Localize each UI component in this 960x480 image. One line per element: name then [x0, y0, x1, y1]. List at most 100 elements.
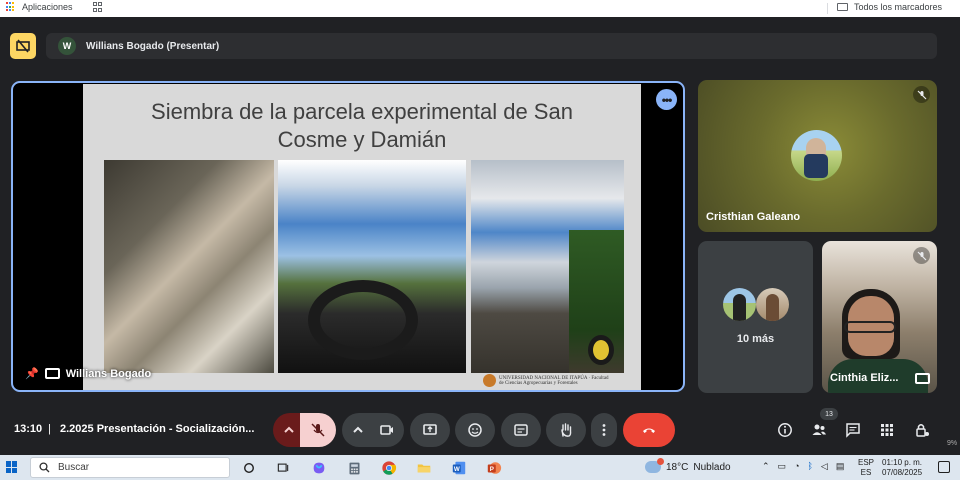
- captions-button[interactable]: [501, 413, 541, 447]
- participant-tile[interactable]: Cinthia Eliz...: [822, 241, 937, 393]
- svg-text:W: W: [454, 466, 460, 473]
- meeting-title: 2.2025 Presentación - Socialización...: [60, 423, 255, 435]
- chat-icon: [846, 423, 860, 438]
- participant-avatar: [791, 130, 842, 181]
- meeting-details-button[interactable]: [775, 420, 795, 440]
- system-tray: ⌃ ▭ ◔ ᛒ ◁ ▤: [762, 461, 844, 472]
- calculator-icon[interactable]: [345, 459, 363, 477]
- slide-title: Siembra de la parcela experimental de Sa…: [151, 99, 573, 152]
- participant-avatar: [756, 288, 789, 321]
- captions-icon: [514, 424, 528, 436]
- present-button[interactable]: [410, 413, 450, 447]
- volume-icon[interactable]: ◁: [821, 461, 828, 472]
- all-bookmarks-button[interactable]: Todos los marcadores: [836, 2, 942, 12]
- language-code: ESP: [858, 458, 875, 467]
- screen-share-off-icon: [16, 39, 30, 53]
- clock-date: 07/08/2025: [882, 468, 923, 477]
- university-seal-icon: [483, 374, 496, 387]
- folder-icon: [836, 3, 848, 11]
- chevron-up-icon: [352, 426, 363, 433]
- participant-name: Cristhian Galeano: [706, 211, 801, 223]
- people-count-badge: 13: [820, 408, 838, 420]
- presenter-avatar: W: [58, 37, 76, 55]
- weather-description: Nublado: [693, 461, 731, 473]
- slide-photo-steering-wheel: [278, 160, 466, 373]
- word-icon[interactable]: W: [450, 459, 468, 477]
- notifications-icon[interactable]: [938, 461, 950, 473]
- bookmarks-divider: [827, 3, 828, 14]
- participant-name: Cinthia Eliz...: [830, 372, 899, 384]
- steering-wheel-shape: [308, 280, 418, 360]
- keyboard-icon[interactable]: ▤: [836, 461, 845, 472]
- presenter-bar-label: Willians Bogado (Presentar): [86, 40, 220, 52]
- weather-temperature: 18°C: [666, 461, 689, 473]
- bookmarks-bar: Aplicaciones Todos los marcadores: [0, 0, 960, 17]
- emoji-icon: [468, 423, 482, 437]
- presenter-nametag: 📌 Willians Bogado: [25, 367, 152, 381]
- microphone-toggle-button[interactable]: [300, 413, 336, 447]
- university-logo: UNIVERSIDAD NACIONAL DE ITAPÚA · Faculta…: [483, 372, 633, 389]
- cortana-icon[interactable]: [240, 459, 258, 477]
- tile-options-button[interactable]: •••: [656, 89, 677, 110]
- mic-off-icon: [913, 86, 930, 103]
- battery-icon[interactable]: ▭: [778, 461, 787, 472]
- participant-tile[interactable]: Cristhian Galeano: [698, 80, 937, 232]
- taskbar-clock[interactable]: 01:10 p. m. 07/08/2025: [882, 458, 922, 478]
- apps-label: Aplicaciones: [22, 2, 73, 12]
- raise-hand-button[interactable]: [546, 413, 586, 447]
- presenter-name: Willians Bogado: [65, 367, 152, 380]
- host-controls-button[interactable]: [912, 420, 932, 440]
- file-explorer-icon[interactable]: [415, 459, 433, 477]
- hang-up-icon: [643, 428, 655, 433]
- chat-button[interactable]: [843, 420, 863, 440]
- chrome-icon[interactable]: [380, 459, 398, 477]
- people-icon: [812, 424, 826, 435]
- copilot-icon[interactable]: [310, 459, 328, 477]
- camera-icon: [379, 425, 393, 435]
- pin-icon[interactable]: 📌: [25, 367, 39, 380]
- people-button[interactable]: [809, 420, 829, 440]
- search-placeholder: Buscar: [58, 462, 90, 473]
- weather-widget[interactable]: 18°C Nublado: [645, 458, 731, 473]
- presentation-tile[interactable]: Siembra de la parcela experimental de Sa…: [11, 81, 685, 392]
- info-icon: [778, 423, 792, 437]
- svg-text:P: P: [490, 466, 494, 473]
- tab-groups-icon[interactable]: [92, 2, 103, 12]
- chevron-up-icon: [283, 426, 294, 433]
- apps-grid-icon: [881, 424, 893, 436]
- bluetooth-icon[interactable]: ᛒ: [808, 461, 813, 472]
- shared-slide: Siembra de la parcela experimental de Sa…: [83, 84, 641, 390]
- tractor-shape: [569, 230, 624, 373]
- stop-presenting-button[interactable]: [10, 33, 36, 59]
- input-language-indicator[interactable]: ESP ES: [858, 458, 874, 478]
- task-view-icon[interactable]: [274, 459, 292, 477]
- reactions-button[interactable]: [455, 413, 495, 447]
- lock-person-icon: [916, 424, 929, 437]
- wifi-icon[interactable]: ◔: [794, 461, 799, 472]
- slide-photo-field: [471, 160, 624, 373]
- search-icon: [39, 462, 50, 473]
- taskbar-search-box[interactable]: Buscar: [30, 457, 230, 478]
- cloudy-weather-icon: [645, 458, 664, 473]
- end-call-button[interactable]: [623, 413, 675, 447]
- mic-off-icon: [311, 423, 325, 437]
- windows-start-button[interactable]: [6, 461, 18, 473]
- more-participants-label: 10 más: [736, 333, 775, 345]
- camera-toggle-button[interactable]: [369, 413, 404, 447]
- mic-off-icon: [913, 247, 930, 264]
- clock-time: 01:10 p. m.: [882, 458, 923, 467]
- show-hidden-icons-icon[interactable]: ⌃: [762, 461, 770, 472]
- present-screen-icon: [423, 424, 437, 435]
- picture-in-picture-icon[interactable]: [915, 373, 930, 384]
- university-logo-text: UNIVERSIDAD NACIONAL DE ITAPÚA · Faculta…: [499, 375, 609, 386]
- all-bookmarks-label: Todos los marcadores: [853, 2, 942, 12]
- meeting-clock: 13:10: [14, 423, 43, 435]
- more-participants-tile[interactable]: 10 más: [698, 241, 813, 393]
- controls-separator: |: [48, 423, 51, 435]
- powerpoint-icon[interactable]: P: [485, 459, 503, 477]
- bookmark-apps[interactable]: Aplicaciones: [6, 2, 103, 12]
- meeting-controls: 13:10 | 2.2025 Presentación - Socializac…: [0, 408, 960, 452]
- slide-photo-tractor-cab: [104, 160, 274, 373]
- more-options-button[interactable]: [591, 413, 617, 447]
- activities-button[interactable]: [877, 420, 897, 440]
